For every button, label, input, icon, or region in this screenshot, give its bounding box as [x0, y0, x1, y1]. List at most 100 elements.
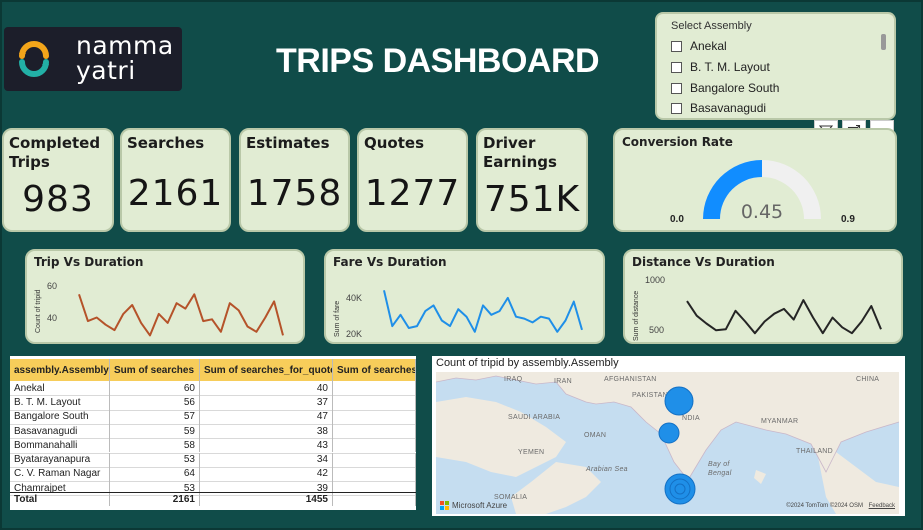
table-row[interactable]: Bangalore South 57 47 — [10, 409, 416, 424]
dashboard-canvas: namma yatri TRIPS DASHBOARD Select Assem… — [0, 0, 923, 530]
table-cell: C. V. Raman Nagar — [10, 466, 110, 482]
slicer-item-btm-layout[interactable]: B. T. M. Layout — [671, 60, 770, 74]
namma-yatri-logo: namma yatri — [4, 27, 182, 91]
total-cell: 2161 — [110, 493, 200, 507]
table-row[interactable]: B. T. M. Layout 56 37 — [10, 395, 416, 410]
conversion-rate-card: Conversion Rate 0.45 0.0 0.9 — [613, 128, 897, 232]
table-row[interactable]: Byatarayanapura 53 34 — [10, 452, 416, 467]
slicer-scrollbar[interactable] — [881, 34, 886, 50]
slicer-item-anekal[interactable]: Anekal — [671, 39, 727, 53]
logo-line-1: namma — [76, 31, 174, 60]
fare-line-chart — [383, 290, 583, 333]
gauge-value: 0.45 — [741, 201, 783, 223]
trip-line-chart — [78, 293, 284, 337]
header-cell[interactable]: assembly.Assembly — [10, 359, 110, 381]
table-total-row: Total 2161 1455 — [10, 492, 416, 507]
kpi-card-completed-trips: Completed Trips 983 — [2, 128, 114, 232]
kpi-label: Driver Earnings — [483, 134, 557, 171]
map-title: Count of tripid by assembly.Assembly — [436, 357, 619, 369]
slicer-item-label: Basavanagudi — [690, 101, 767, 115]
map-visual[interactable]: Count of tripid by assembly.Assembly IRA… — [432, 356, 905, 516]
kpi-value: 2161 — [127, 173, 224, 214]
table-cell: 34 — [200, 452, 333, 467]
table-cell: 64 — [110, 466, 200, 482]
kpi-label: Quotes — [364, 134, 425, 152]
table-cell: 58 — [110, 438, 200, 453]
kpi-card-searches: Searches 2161 — [120, 128, 231, 232]
table-cell: 43 — [200, 438, 333, 453]
trip-vs-duration-card: Trip Vs Duration Count of tripid 60 40 — [25, 249, 305, 344]
distance-line-chart — [686, 299, 882, 335]
kpi-label: Completed Trips — [9, 134, 101, 171]
table-cell — [333, 438, 416, 453]
kpi-card-estimates: Estimates 1758 — [239, 128, 350, 232]
slicer-item-label: Bangalore South — [690, 81, 780, 95]
kpi-value: 1758 — [246, 173, 343, 214]
table-cell — [333, 381, 416, 396]
logo-wordmark: namma yatri — [76, 33, 174, 83]
table-cell — [333, 409, 416, 424]
slicer-item-basavanagudi[interactable]: Basavanagudi — [671, 101, 766, 115]
series-line[interactable] — [383, 290, 583, 333]
header-cell[interactable]: Sum of searches_g — [333, 359, 416, 381]
table-cell — [333, 423, 416, 439]
kpi-value: 1277 — [364, 173, 461, 214]
table-cell: 57 — [110, 409, 200, 424]
map-canvas[interactable]: IRAQ IRAN AFGHANISTAN PAKISTAN SAUDI ARA… — [436, 372, 899, 514]
slicer-item-label: Anekal — [690, 39, 727, 53]
series-line[interactable] — [686, 299, 882, 335]
map-attribution: ©2024 TomTom ©2024 OSM Feedback — [786, 503, 895, 509]
distance-vs-duration-card: Distance Vs Duration Sum of distance 100… — [623, 249, 903, 344]
checkbox[interactable] — [671, 40, 682, 52]
total-cell — [333, 493, 416, 507]
page-title: TRIPS DASHBOARD — [276, 42, 600, 80]
header-cell[interactable]: Sum of searches_for_quotes — [200, 359, 333, 381]
table-cell: 56 — [110, 395, 200, 410]
table-cell — [333, 395, 416, 410]
kpi-label: Estimates — [246, 134, 330, 152]
map-bubble[interactable] — [664, 386, 694, 416]
table-row[interactable]: Bommanahalli 58 43 — [10, 438, 416, 453]
assembly-slicer[interactable]: Select Assembly Anekal B. T. M. Layout B… — [655, 12, 896, 120]
kpi-value: 983 — [22, 179, 94, 220]
logo-line-2: yatri — [76, 56, 136, 85]
table-cell: 38 — [200, 423, 333, 439]
kpi-label: Searches — [127, 134, 205, 152]
map-provider-label: Microsoft Azure — [452, 501, 508, 510]
assembly-table[interactable]: assembly.Assembly Sum of searches Sum of… — [10, 356, 416, 510]
slicer-item-bangalore-south[interactable]: Bangalore South — [671, 81, 779, 95]
table-cell: Anekal — [10, 381, 110, 396]
table-cell — [333, 452, 416, 467]
fare-vs-duration-card: Fare Vs Duration Sum of fare 40K 20K — [324, 249, 605, 344]
table-cell: Bangalore South — [10, 409, 110, 424]
table-cell: 37 — [200, 395, 333, 410]
table-cell: 42 — [200, 466, 333, 482]
table-cell: 59 — [110, 423, 200, 439]
slicer-item-label: B. T. M. Layout — [690, 60, 770, 74]
conversion-gauge: 0.45 0.0 0.9 — [670, 160, 855, 225]
table-cell: 40 — [200, 381, 333, 396]
table-row[interactable]: Anekal 60 40 — [10, 381, 416, 396]
logo-mark-icon — [19, 41, 49, 77]
table-cell: 60 — [110, 381, 200, 396]
checkbox[interactable] — [671, 61, 682, 73]
table-row[interactable]: C. V. Raman Nagar 64 42 — [10, 466, 416, 482]
gauge-min-label: 0.0 — [670, 214, 684, 225]
microsoft-logo-icon — [440, 501, 449, 510]
table-header: assembly.Assembly Sum of searches Sum of… — [10, 359, 416, 381]
table-cell: B. T. M. Layout — [10, 395, 110, 410]
series-line[interactable] — [78, 293, 284, 337]
gauge-max-label: 0.9 — [841, 214, 855, 225]
table-cell: Bommanahalli — [10, 438, 110, 453]
slicer-title: Select Assembly — [671, 20, 752, 32]
table-row[interactable]: Basavanagudi 59 38 — [10, 423, 416, 439]
header-cell[interactable]: Sum of searches — [110, 359, 200, 381]
table-cell: Byatarayanapura — [10, 452, 110, 467]
kpi-card-quotes: Quotes 1277 — [357, 128, 468, 232]
table-cell: 47 — [200, 409, 333, 424]
map-bubble[interactable] — [658, 422, 680, 444]
checkbox[interactable] — [671, 82, 682, 94]
checkbox[interactable] — [671, 102, 682, 114]
table-cell: 53 — [110, 452, 200, 467]
feedback-link[interactable]: Feedback — [869, 503, 895, 509]
